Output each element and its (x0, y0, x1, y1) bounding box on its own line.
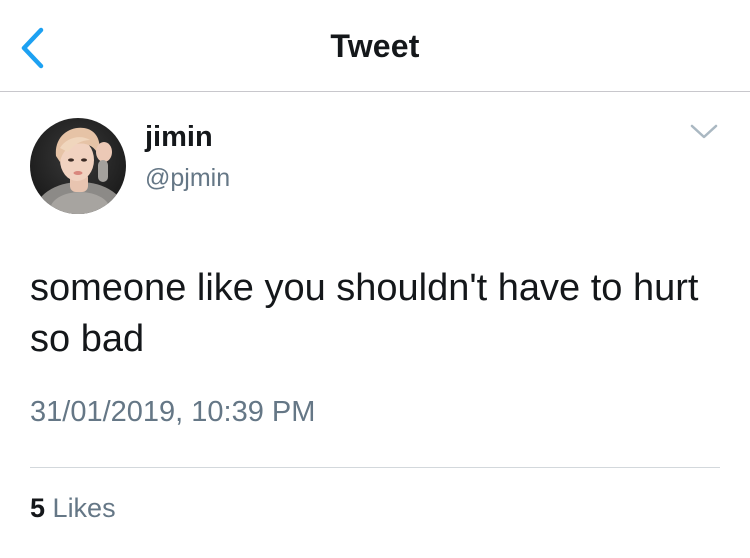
navigation-bar: Tweet (0, 0, 750, 92)
likes-count: 5 (30, 493, 46, 523)
likes-label: Likes (52, 493, 116, 523)
divider (30, 467, 720, 468)
likes-stat[interactable]: 5 Likes (30, 493, 116, 524)
author-handle[interactable]: @pjmin (145, 164, 230, 193)
avatar[interactable] (30, 118, 126, 214)
tweet-timestamp: 31/01/2019, 10:39 PM (30, 396, 316, 428)
tweet-text: someone like you shouldn't have to hurt … (30, 267, 699, 360)
more-options-button[interactable] (684, 115, 724, 149)
chevron-down-icon (690, 124, 718, 139)
page-title: Tweet (330, 28, 420, 64)
author-display-name[interactable]: jimin (145, 121, 213, 154)
avatar-photo (30, 118, 126, 214)
